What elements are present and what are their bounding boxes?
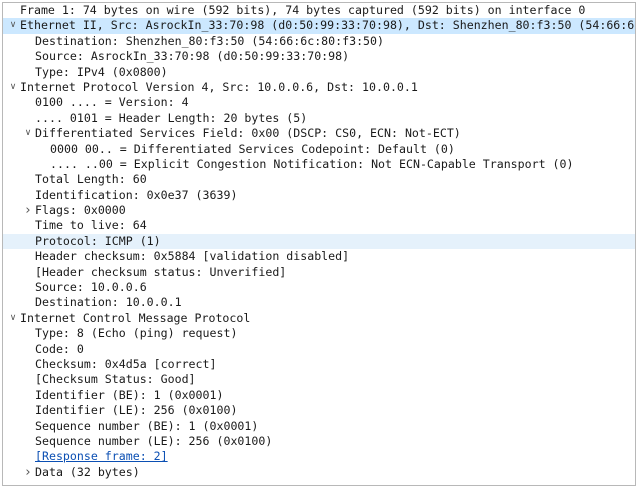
- tree-row[interactable]: .... 0101 = Header Length: 20 bytes (5): [3, 111, 635, 126]
- tree-row[interactable]: 0100 .... = Version: 4: [3, 95, 635, 110]
- tree-row[interactable]: [Checksum Status: Good]: [3, 372, 635, 387]
- tree-row-label: Code: 0: [35, 341, 84, 356]
- tree-row-label: Checksum: 0x4d5a [correct]: [35, 356, 217, 371]
- tree-row-label: .... ..00 = Explicit Congestion Notifica…: [50, 156, 574, 171]
- tree-row[interactable]: Identifier (BE): 1 (0x0001): [3, 388, 635, 403]
- tree-row-label: Differentiated Services Field: 0x00 (DSC…: [35, 126, 461, 141]
- chevron-right-icon[interactable]: ›: [22, 465, 34, 480]
- tree-row[interactable]: 0000 00.. = Differentiated Services Code…: [3, 142, 635, 157]
- tree-row[interactable]: Sequence number (LE): 256 (0x0100): [3, 434, 635, 449]
- tree-row[interactable]: Source: AsrockIn_33:70:98 (d0:50:99:33:7…: [3, 49, 635, 64]
- tree-row-label: .... 0101 = Header Length: 20 bytes (5): [35, 110, 308, 125]
- tree-row-label: Header checksum: 0x5884 [validation disa…: [35, 249, 350, 264]
- tree-row[interactable]: .... ..00 = Explicit Congestion Notifica…: [3, 157, 635, 172]
- tree-row[interactable]: Identifier (LE): 256 (0x0100): [3, 403, 635, 418]
- tree-row[interactable]: Frame 1: 74 bytes on wire (592 bits), 74…: [3, 3, 635, 18]
- tree-row[interactable]: › Flags: 0x0000: [3, 203, 635, 218]
- chevron-down-icon[interactable]: ∨: [7, 80, 19, 95]
- tree-row-label: Frame 1: 74 bytes on wire (592 bits), 74…: [20, 3, 586, 17]
- tree-row[interactable]: Header checksum: 0x5884 [validation disa…: [3, 249, 635, 264]
- tree-row[interactable]: Code: 0: [3, 342, 635, 357]
- tree-row-label: 0000 00.. = Differentiated Services Code…: [50, 141, 455, 156]
- tree-row[interactable]: › Data (32 bytes): [3, 465, 635, 480]
- tree-row-label: Internet Protocol Version 4, Src: 10.0.0…: [20, 79, 418, 94]
- tree-row-label: Sequence number (LE): 256 (0x0100): [35, 433, 273, 448]
- tree-row-label: Protocol: ICMP (1): [35, 233, 161, 248]
- tree-row[interactable]: ∨ Ethernet II, Src: AsrockIn_33:70:98 (d0…: [3, 18, 636, 34]
- tree-row-label: Sequence number (BE): 1 (0x0001): [35, 418, 259, 433]
- tree-row[interactable]: [Response frame: 2]: [3, 449, 635, 464]
- tree-row[interactable]: Sequence number (BE): 1 (0x0001): [3, 419, 635, 434]
- tree-row[interactable]: ∨ Differentiated Services Field: 0x00 (DS…: [3, 126, 635, 141]
- tree-row-label: Destination: Shenzhen_80:f3:50 (54:66:6c…: [35, 33, 385, 48]
- tree-row[interactable]: Time to live: 64: [3, 218, 635, 233]
- tree-row-label: Ethernet II, Src: AsrockIn_33:70:98 (d0:…: [20, 18, 636, 33]
- tree-row[interactable]: Destination: Shenzhen_80:f3:50 (54:66:6c…: [3, 34, 635, 49]
- tree-row-label: Identification: 0x0e37 (3639): [35, 187, 238, 202]
- tree-row[interactable]: [Header checksum status: Unverified]: [3, 265, 635, 280]
- tree-row-label: [Header checksum status: Unverified]: [35, 264, 287, 279]
- chevron-down-icon[interactable]: ∨: [22, 126, 34, 141]
- tree-row[interactable]: ∨ Internet Control Message Protocol: [3, 311, 635, 326]
- tree-row-label: Flags: 0x0000: [35, 203, 126, 218]
- tree-row-label: Destination: 10.0.0.1: [35, 295, 182, 310]
- tree-row-label: Type: 8 (Echo (ping) request): [35, 326, 238, 341]
- tree-row-label: Identifier (BE): 1 (0x0001): [35, 387, 224, 402]
- tree-row-label: Type: IPv4 (0x0800): [35, 64, 168, 79]
- tree-row-label: Total Length: 60: [35, 172, 147, 187]
- tree-row[interactable]: Checksum: 0x4d5a [correct]: [3, 357, 635, 372]
- tree-row[interactable]: Protocol: ICMP (1): [3, 233, 635, 250]
- tree-row[interactable]: Type: 8 (Echo (ping) request): [3, 326, 635, 341]
- tree-row-label: Internet Control Message Protocol: [20, 310, 251, 325]
- chevron-down-icon[interactable]: ∨: [7, 311, 19, 326]
- tree-row-label: Identifier (LE): 256 (0x0100): [35, 403, 238, 418]
- tree-row-label: [Checksum Status: Good]: [35, 372, 196, 387]
- tree-row[interactable]: Destination: 10.0.0.1: [3, 295, 635, 310]
- chevron-down-icon[interactable]: ∨: [7, 18, 19, 33]
- tree-row[interactable]: ∨ Internet Protocol Version 4, Src: 10.0.…: [3, 80, 635, 95]
- response-frame-link[interactable]: [Response frame: 2]: [35, 449, 168, 464]
- tree-row-label: Data (32 bytes): [35, 464, 140, 479]
- tree-row[interactable]: Type: IPv4 (0x0800): [3, 65, 635, 80]
- tree-row-label: 0100 .... = Version: 4: [35, 95, 189, 110]
- tree-row-label: Source: AsrockIn_33:70:98 (d0:50:99:33:7…: [35, 49, 350, 64]
- tree-row-label: Time to live: 64: [35, 218, 147, 233]
- packet-details-tree[interactable]: Frame 1: 74 bytes on wire (592 bits), 74…: [2, 2, 636, 486]
- tree-row-label: Source: 10.0.0.6: [35, 280, 147, 295]
- tree-row[interactable]: Total Length: 60: [3, 172, 635, 187]
- tree-row[interactable]: Identification: 0x0e37 (3639): [3, 188, 635, 203]
- chevron-right-icon[interactable]: ›: [22, 203, 34, 218]
- tree-row[interactable]: Source: 10.0.0.6: [3, 280, 635, 295]
